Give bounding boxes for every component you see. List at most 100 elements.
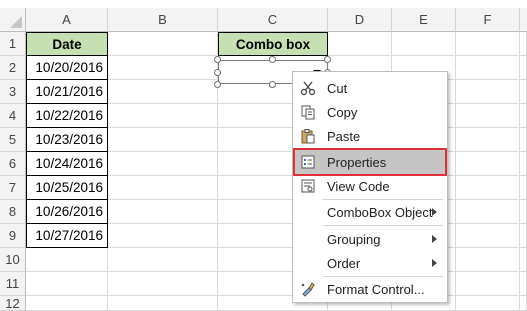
resize-handle-bottom-left[interactable] [214, 81, 221, 88]
grid-cell[interactable] [456, 296, 520, 311]
grid-cell[interactable] [456, 32, 520, 56]
column-header-a[interactable]: A [26, 8, 108, 32]
properties-icon [295, 151, 321, 173]
resize-handle-bottom-middle[interactable] [269, 81, 276, 88]
scissors-icon [295, 77, 321, 99]
resize-handle-middle-left[interactable] [214, 69, 221, 76]
grid-cell[interactable] [520, 56, 527, 80]
grid-cell[interactable] [520, 176, 527, 200]
grid-cell[interactable] [108, 32, 218, 56]
menu-item-cut[interactable]: Cut [295, 76, 445, 100]
menu-item-combobox-object[interactable]: ComboBox Object [295, 200, 445, 224]
menu-item-view-code[interactable]: View Code [295, 174, 445, 198]
grid-cell[interactable] [108, 152, 218, 176]
menu-item-paste-label: Paste [327, 128, 361, 144]
grid-cell[interactable] [456, 152, 520, 176]
spreadsheet: A B C D E F 1 2 3 4 5 6 7 8 9 10 11 12 D… [0, 0, 527, 311]
resize-handle-top-middle[interactable] [269, 56, 276, 63]
grid-cell[interactable] [456, 272, 520, 296]
grid-cell[interactable] [108, 272, 218, 296]
grid-cell[interactable] [108, 296, 218, 311]
date-cell[interactable]: 10/25/2016 [26, 176, 108, 200]
menu-item-paste[interactable]: Paste [295, 124, 445, 148]
menu-item-order-label: Order [327, 255, 361, 271]
grid-cell[interactable] [108, 248, 218, 272]
grid-cell[interactable] [108, 176, 218, 200]
grid-cell[interactable] [108, 224, 218, 248]
grid-cell[interactable] [456, 56, 520, 80]
date-cell[interactable]: 10/24/2016 [26, 152, 108, 176]
grid-cell[interactable] [108, 200, 218, 224]
grid-cell[interactable] [26, 296, 108, 311]
date-cell[interactable]: 10/27/2016 [26, 224, 108, 248]
row-header-4[interactable]: 4 [0, 104, 26, 128]
submenu-arrow-icon [432, 235, 437, 243]
grid-cell[interactable] [26, 248, 108, 272]
row-header-12[interactable]: 12 [0, 296, 26, 311]
column-header-g[interactable] [520, 8, 527, 32]
resize-handle-top-right[interactable] [324, 56, 331, 63]
grid-cell[interactable] [520, 128, 527, 152]
submenu-arrow-icon [432, 259, 437, 267]
grid-cell[interactable] [520, 104, 527, 128]
menu-item-cut-label: Cut [327, 80, 348, 96]
context-menu: Cut Copy Paste Properties View Code Comb… [292, 71, 448, 303]
column-header-c[interactable]: C [218, 8, 328, 32]
row-header-2[interactable]: 2 [0, 56, 26, 80]
grid-cell[interactable] [520, 200, 527, 224]
column-header-e[interactable]: E [392, 8, 456, 32]
grid-cell[interactable] [520, 272, 527, 296]
menu-item-copy[interactable]: Copy [295, 100, 445, 124]
grid-cell[interactable] [456, 176, 520, 200]
menu-item-format-control-label: Format Control... [327, 281, 425, 297]
row-header-1[interactable]: 1 [0, 32, 26, 56]
column-header-d[interactable]: D [328, 8, 392, 32]
menu-item-format-control[interactable]: Format Control... [295, 277, 445, 301]
grid-cell[interactable] [108, 56, 218, 80]
grid-cell[interactable] [520, 248, 527, 272]
grid-cell[interactable] [456, 80, 520, 104]
row-header-7[interactable]: 7 [0, 176, 26, 200]
menu-separator [323, 225, 443, 226]
grid-cell[interactable] [26, 272, 108, 296]
column-header-b[interactable]: B [108, 8, 218, 32]
row-header-8[interactable]: 8 [0, 200, 26, 224]
grid-cell[interactable] [108, 80, 218, 104]
grid-cell[interactable] [520, 152, 527, 176]
grid-cell[interactable] [520, 32, 527, 56]
grid-cell[interactable] [392, 32, 456, 56]
grid-cell[interactable] [328, 32, 392, 56]
row-header-5[interactable]: 5 [0, 128, 26, 152]
menu-item-order[interactable]: Order [295, 251, 445, 275]
date-cell[interactable]: 10/21/2016 [26, 80, 108, 104]
date-cell[interactable]: 10/26/2016 [26, 200, 108, 224]
grid-cell[interactable] [456, 128, 520, 152]
grid-cell[interactable] [456, 224, 520, 248]
grid-cell[interactable] [520, 224, 527, 248]
row-header-6[interactable]: 6 [0, 152, 26, 176]
column-header-f[interactable]: F [456, 8, 520, 32]
menu-item-properties[interactable]: Properties [293, 148, 447, 176]
grid-cell[interactable] [108, 128, 218, 152]
cell-c1-combo-header[interactable]: Combo box [218, 32, 328, 56]
row-header-11[interactable]: 11 [0, 272, 26, 296]
grid-cell[interactable] [456, 248, 520, 272]
date-cell[interactable]: 10/20/2016 [26, 56, 108, 80]
select-all-corner[interactable] [0, 8, 26, 32]
grid-cell[interactable] [108, 104, 218, 128]
grid-cell[interactable] [520, 80, 527, 104]
format-control-icon [295, 278, 321, 300]
resize-handle-top-left[interactable] [214, 56, 221, 63]
row-header-3[interactable]: 3 [0, 80, 26, 104]
cell-a1-date-header[interactable]: Date [26, 32, 108, 56]
row-header-10[interactable]: 10 [0, 248, 26, 272]
view-code-icon [295, 175, 321, 197]
row-header-9[interactable]: 9 [0, 224, 26, 248]
menu-item-grouping-label: Grouping [327, 231, 381, 247]
date-cell[interactable]: 10/22/2016 [26, 104, 108, 128]
grid-cell[interactable] [456, 104, 520, 128]
grid-cell[interactable] [520, 296, 527, 311]
date-cell[interactable]: 10/23/2016 [26, 128, 108, 152]
grid-cell[interactable] [456, 200, 520, 224]
menu-item-grouping[interactable]: Grouping [295, 227, 445, 251]
